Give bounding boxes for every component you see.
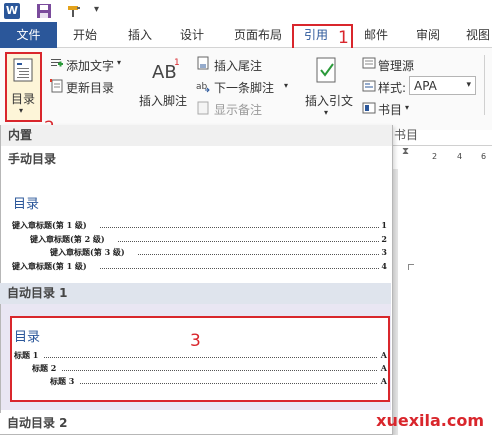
ribbon-separator	[484, 55, 485, 115]
add-text-button[interactable]: 添加文字	[66, 57, 114, 74]
toc-line-page: A	[380, 363, 387, 373]
chevron-down-icon: ▾	[466, 80, 471, 90]
manage-sources-button[interactable]: 管理源	[378, 57, 414, 74]
toc-line-label: 键入章标题(第 2 级)	[30, 233, 107, 245]
gallery-section-builtin: 内置	[1, 125, 392, 146]
bibliography-dropdown-icon[interactable]: ▾	[405, 103, 409, 112]
toc-line-page: 1	[381, 220, 387, 230]
gallery-item-manual-toc-title: 手动目录	[8, 152, 57, 166]
insert-endnote-button[interactable]: 插入尾注	[214, 57, 262, 74]
toc-leader	[44, 357, 377, 358]
insert-citation-icon	[316, 57, 336, 83]
toc-line-page: 4	[381, 261, 387, 271]
ruler-tick: 4	[457, 152, 463, 161]
ribbon-tabs: 文件 开始 插入 设计 页面布局 引用 邮件 审阅 视图	[0, 22, 492, 48]
toc-leader	[100, 227, 379, 228]
style-label: 样式:	[378, 81, 407, 95]
toc-line-label: 标题 3	[50, 375, 77, 387]
document-page[interactable]	[398, 169, 492, 435]
toc-line-label: 键入章标题(第 3 级)	[50, 246, 127, 258]
insert-endnote-icon	[197, 56, 209, 70]
quick-access-toolbar: W ▾	[0, 0, 492, 22]
toc-line-page: 3	[381, 247, 387, 257]
toc-button-label: 目录	[11, 92, 36, 106]
tab-design[interactable]: 设计	[170, 22, 214, 48]
add-text-icon	[51, 59, 63, 67]
manual-toc-line: 键入章标题(第 1 级) 4	[12, 260, 387, 272]
tab-mailings[interactable]: 邮件	[356, 22, 396, 48]
toc-line-page: 2	[381, 234, 387, 244]
group-label-bibliography: 书目	[394, 128, 419, 142]
tab-insert[interactable]: 插入	[118, 22, 162, 48]
style-icon	[362, 80, 376, 92]
tab-file[interactable]: 文件	[0, 22, 57, 48]
manual-toc-line: 键入章标题(第 1 级) 1	[12, 219, 387, 231]
page-corner-mark	[408, 264, 414, 270]
insert-citation-button[interactable]: 插入引文	[305, 92, 353, 109]
toc-leader	[62, 370, 377, 371]
gallery-item-auto-toc-2-title[interactable]: 自动目录 2	[0, 413, 391, 434]
toc-dropdown-icon: ▾	[19, 106, 24, 115]
style-select[interactable]: APA ▾	[409, 76, 476, 95]
toc-line-label: 键入章标题(第 1 级)	[12, 219, 89, 231]
annotation-3: 3	[190, 331, 201, 351]
toc-line-page: A	[380, 376, 387, 386]
next-footnote-dropdown-icon[interactable]: ▾	[284, 81, 288, 90]
manual-toc-line: 键入章标题(第 3 级) 3	[50, 246, 387, 258]
tab-review[interactable]: 审阅	[408, 22, 448, 48]
manual-toc-line: 键入章标题(第 2 级) 2	[30, 233, 387, 245]
bibliography-button[interactable]: 书目	[378, 101, 402, 118]
watermark-text: xuexila.com	[376, 411, 484, 430]
annotation-1: 1	[338, 28, 349, 48]
footnote-superscript: 1	[174, 58, 180, 68]
customize-qat-icon[interactable]: ▾	[94, 4, 99, 15]
manage-sources-icon	[362, 57, 376, 69]
toc-leader	[80, 383, 377, 384]
update-toc-button[interactable]: 更新目录	[66, 79, 114, 96]
bibliography-icon	[362, 102, 376, 114]
word-logo-icon: W	[4, 3, 20, 19]
toc-leader	[138, 254, 379, 255]
auto-toc-1-line: 标题 3 A	[50, 375, 387, 387]
next-footnote-icon: ab	[196, 82, 210, 93]
ruler-indent-marker-icon[interactable]: ⧗	[402, 146, 409, 157]
toc-leader	[118, 241, 379, 242]
toc-line-label: 标题 2	[32, 362, 59, 374]
ruler-tick: 2	[432, 152, 438, 161]
update-toc-icon	[50, 79, 63, 93]
horizontal-ruler: ⧗ 2 4 6	[393, 145, 492, 169]
footnote-icon: AB	[152, 62, 177, 83]
toc-line-label: 键入章标题(第 1 级)	[12, 260, 89, 272]
show-notes-button[interactable]: 显示备注	[214, 101, 262, 118]
auto-toc-1-heading: 目录	[14, 330, 41, 345]
manual-toc-heading: 目录	[13, 197, 40, 212]
tab-home[interactable]: 开始	[63, 22, 107, 48]
toc-line-page: A	[380, 350, 387, 360]
next-footnote-button[interactable]: 下一条脚注	[214, 79, 274, 96]
toc-leader	[100, 268, 379, 269]
gallery-item-auto-toc-1-title[interactable]: 自动目录 1	[0, 283, 391, 304]
tab-view[interactable]: 视图	[458, 22, 492, 48]
toc-icon	[13, 58, 33, 82]
format-painter-icon[interactable]	[66, 3, 82, 19]
show-notes-icon	[197, 101, 209, 115]
style-select-value: APA	[414, 79, 437, 93]
ruler-tick: 6	[481, 152, 487, 161]
auto-toc-1-line: 标题 2 A	[32, 362, 387, 374]
tab-layout[interactable]: 页面布局	[226, 22, 290, 48]
insert-citation-dropdown-icon[interactable]: ▾	[324, 108, 328, 117]
save-icon[interactable]	[36, 3, 52, 19]
insert-footnote-button[interactable]: 插入脚注	[139, 92, 187, 109]
toc-line-label: 标题 1	[14, 349, 41, 361]
add-text-dropdown-icon[interactable]: ▾	[117, 58, 121, 67]
